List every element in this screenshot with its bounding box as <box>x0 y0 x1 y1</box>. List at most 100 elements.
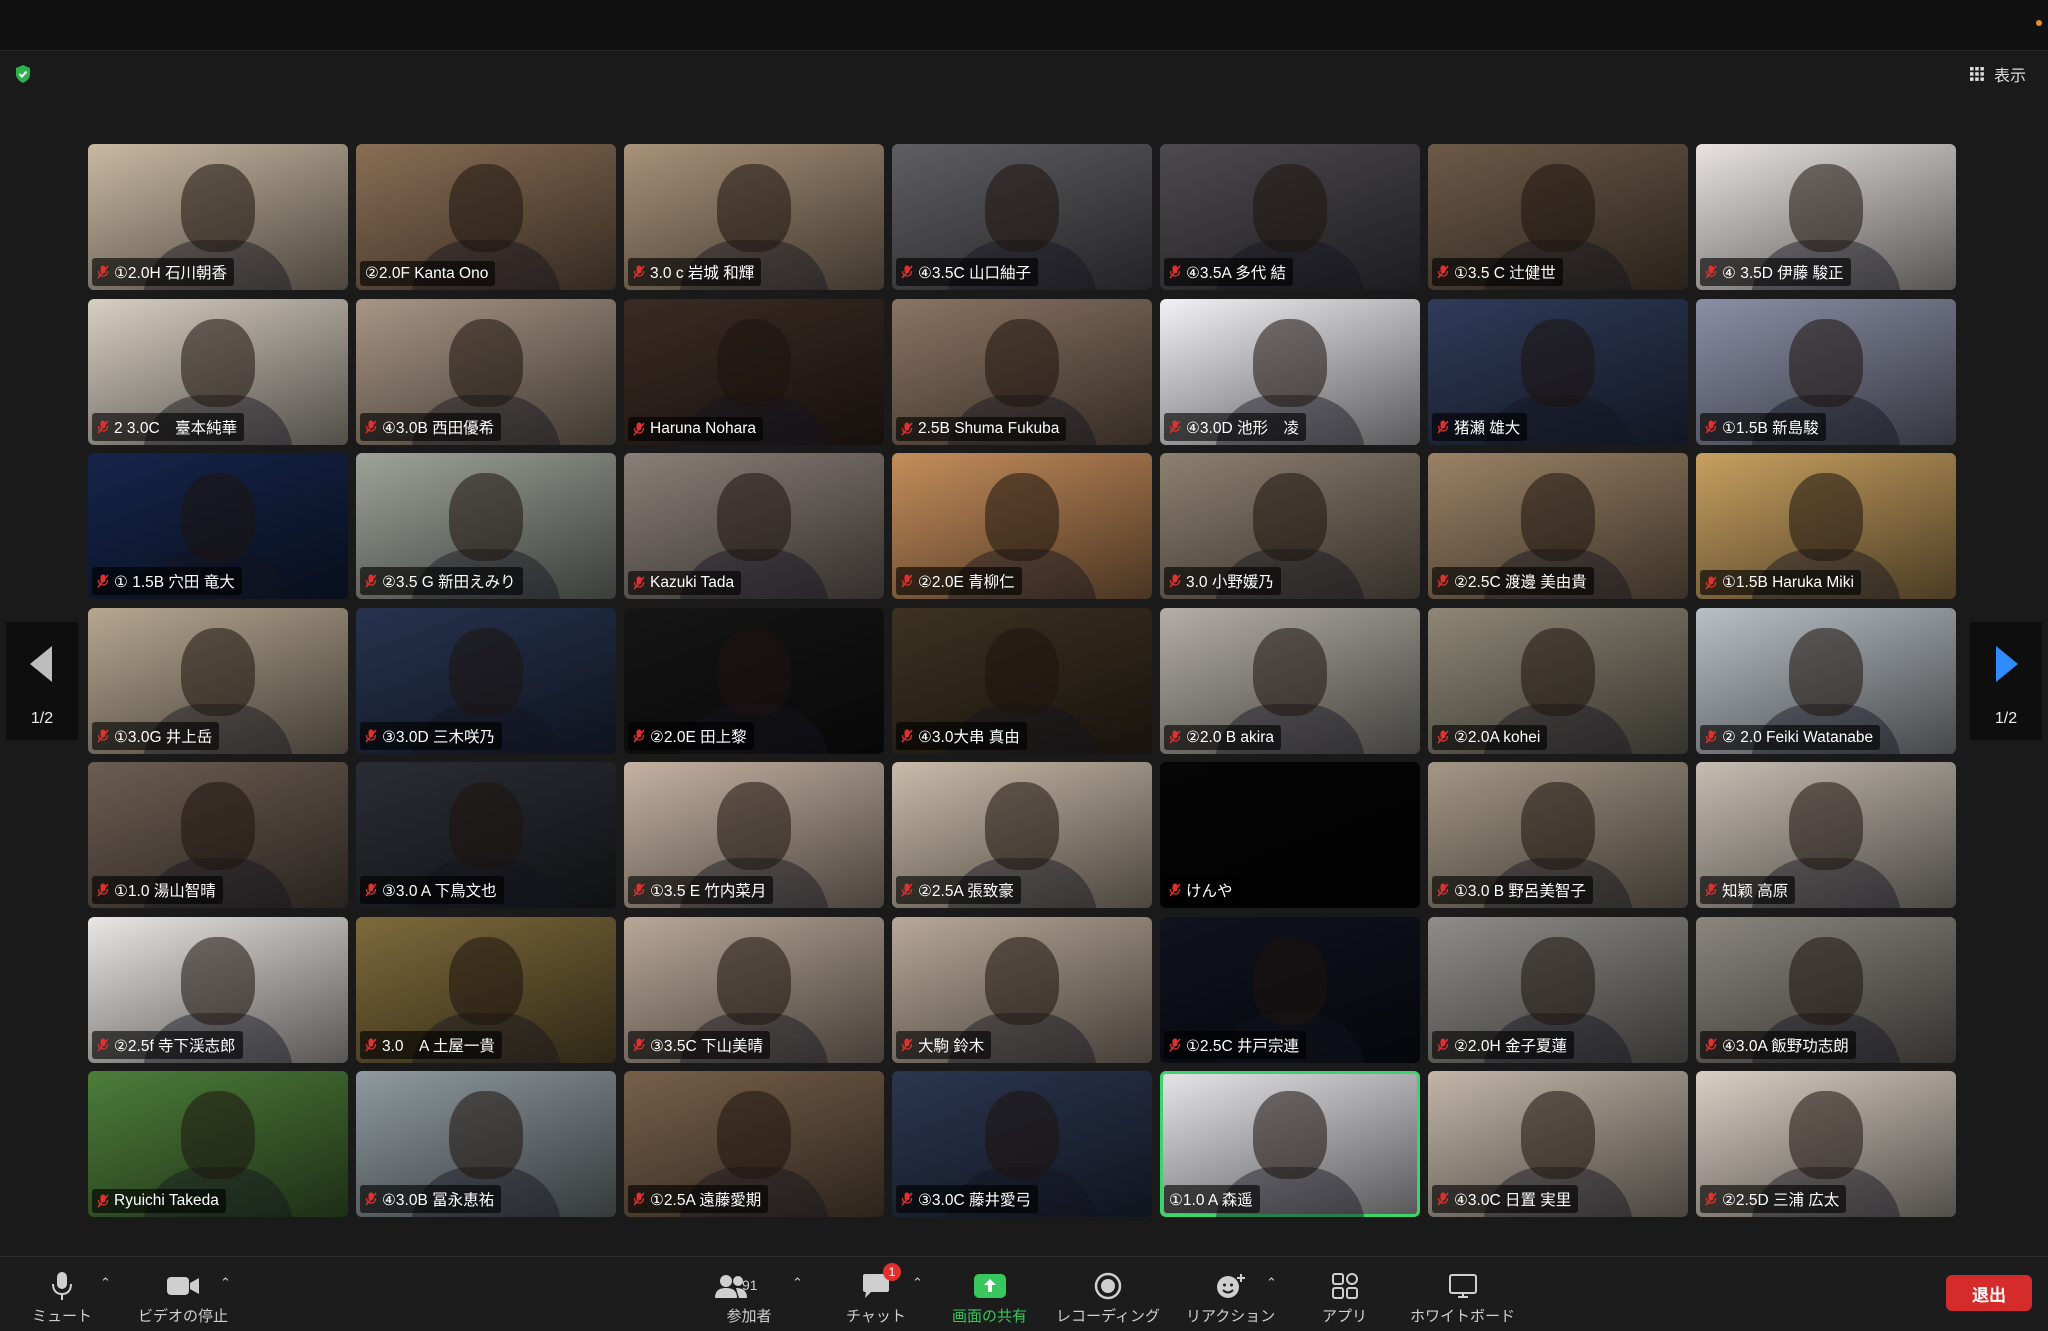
participant-tile[interactable]: ①2.0H 石川朝香 <box>88 144 348 290</box>
leave-meeting-button[interactable]: 退出 <box>1946 1275 2032 1311</box>
participant-name-bar: 3.0 A 土屋一貴 <box>360 1030 502 1059</box>
participant-tile[interactable]: ①3.0 B 野呂美智子 <box>1428 762 1688 908</box>
reactions-button[interactable]: リアクション <box>1186 1271 1275 1326</box>
participant-name: Kazuki Tada <box>650 574 735 591</box>
participant-name: ③3.0C 藤井愛弓 <box>918 1192 1031 1209</box>
participant-tile[interactable]: ①1.0 湯山智晴 <box>88 762 348 908</box>
participant-name-bar: ①2.5A 遠藤愛期 <box>628 1185 769 1213</box>
participant-tile[interactable]: Ryuichi Takeda <box>88 1071 348 1217</box>
participants-options-caret-icon[interactable]: ⌃ <box>792 1275 803 1291</box>
participant-tile[interactable]: ③3.5C 下山美晴 <box>624 916 884 1063</box>
chat-options-caret-icon[interactable]: ⌃ <box>912 1275 923 1291</box>
participant-name-bar: ②2.0E 青柳仁 <box>896 567 1022 595</box>
muted-microphone-icon <box>1437 883 1449 897</box>
participant-tile[interactable]: ②2.5C 渡邊 美由貴 <box>1428 453 1688 599</box>
participant-tile[interactable]: 3.0 c 岩城 和輝 <box>624 144 884 290</box>
video-options-caret-icon[interactable]: ⌃ <box>220 1275 231 1291</box>
participant-name-bar: ①3.0 B 野呂美智子 <box>1432 876 1593 904</box>
participant-name: ① 1.5B 穴田 竜大 <box>114 574 235 591</box>
participant-tile[interactable]: ④3.5A 多代 結 <box>1160 144 1420 290</box>
next-page-button[interactable]: 1/2 <box>1970 622 2042 740</box>
record-button[interactable]: レコーディング <box>1056 1271 1160 1326</box>
participant-tile[interactable]: ②2.0E 田上黎 <box>624 607 884 754</box>
participant-tile[interactable]: ④3.0D 池形 凌 <box>1160 298 1420 445</box>
participant-name: ①1.5B 新島駿 <box>1722 419 1819 437</box>
arrow-right-icon <box>1996 646 2018 682</box>
participants-count: 91 <box>742 1277 758 1293</box>
muted-microphone-icon <box>633 1038 645 1051</box>
participant-tile[interactable]: ①3.5 C 辻健世 <box>1428 144 1688 290</box>
participant-name-bar: 大駒 鈴木 <box>896 1030 992 1059</box>
participant-name-bar: ①1.0 湯山智晴 <box>92 876 223 904</box>
participant-tile[interactable]: 2 3.0C 臺本純華 <box>88 298 348 445</box>
participant-tile[interactable]: 3.0 A 土屋一貴 <box>356 916 616 1063</box>
participant-tile[interactable]: ②3.5 G 新田えみり <box>356 453 616 599</box>
participant-tile[interactable]: 大駒 鈴木 <box>892 916 1152 1063</box>
participant-tile[interactable]: ③3.0D 三木咲乃 <box>356 607 616 754</box>
participant-video-silhouette <box>717 936 791 1025</box>
participant-tile[interactable]: ②2.0F Kanta Ono <box>356 144 616 290</box>
participant-video-silhouette <box>1789 473 1863 562</box>
participant-tile[interactable]: Haruna Nohara <box>624 298 884 445</box>
participant-name-bar: ④3.0大串 真由 <box>896 721 1027 750</box>
whiteboard-button[interactable]: ホワイトボード <box>1410 1271 1515 1326</box>
participant-video-silhouette <box>1789 782 1863 871</box>
participants-button[interactable]: 91 参加者 <box>714 1271 784 1326</box>
participant-tile[interactable]: ②2.0 B akira <box>1160 607 1420 754</box>
participant-tile[interactable]: ③3.0C 藤井愛弓 <box>892 1071 1152 1217</box>
mute-button[interactable]: ミュート <box>32 1271 92 1326</box>
participant-tile[interactable]: ②2.5f 寺下渓志郎 <box>88 916 348 1063</box>
participant-tile[interactable]: ①1.0 A 森遥 <box>1160 1071 1420 1217</box>
muted-microphone-icon <box>97 729 109 742</box>
record-label: レコーディング <box>1056 1308 1160 1325</box>
view-button[interactable]: 表示 <box>1969 62 2026 86</box>
participant-video-silhouette <box>181 164 255 253</box>
participant-name: ④3.0D 池形 凌 <box>1186 419 1299 437</box>
participant-tile[interactable]: ①3.5 E 竹内菜月 <box>624 762 884 908</box>
participant-tile[interactable]: ②2.5A 張致豪 <box>892 762 1152 908</box>
participant-name: ③3.0D 三木咲乃 <box>382 728 495 746</box>
stop-video-button[interactable]: ビデオの停止 <box>138 1271 228 1326</box>
participant-tile[interactable]: ①1.5B Haruka Miki <box>1696 453 1956 599</box>
chat-button[interactable]: 1 チャット <box>846 1263 906 1326</box>
participant-tile[interactable]: ④3.5C 山口紬子 <box>892 144 1152 290</box>
audio-options-caret-icon[interactable]: ⌃ <box>100 1275 111 1291</box>
reactions-options-caret-icon[interactable]: ⌃ <box>1266 1275 1277 1291</box>
participant-tile[interactable]: ②2.5D 三浦 広太 <box>1696 1071 1956 1217</box>
participant-tile[interactable]: ④3.0B 冨永恵祐 <box>356 1071 616 1217</box>
participant-name: ② 2.0 Feiki Watanabe <box>1722 728 1874 746</box>
participant-tile[interactable]: ④3.0C 日置 実里 <box>1428 1071 1688 1217</box>
participant-tile[interactable]: ① 1.5B 穴田 竜大 <box>88 453 348 599</box>
participant-name-bar: ①1.5B Haruka Miki <box>1700 570 1861 595</box>
participant-tile[interactable]: 2.5B Shuma Fukuba <box>892 298 1152 445</box>
participant-name-bar: ④3.5A 多代 結 <box>1164 258 1294 286</box>
share-screen-button[interactable]: 画面の共有 <box>952 1271 1027 1326</box>
participant-tile[interactable]: けんや <box>1160 762 1420 908</box>
participant-tile[interactable]: ①2.5C 井戸宗連 <box>1160 916 1420 1063</box>
participant-tile[interactable]: ③3.0 A 下鳥文也 <box>356 762 616 908</box>
muted-microphone-icon <box>1437 265 1449 279</box>
participant-tile[interactable]: ①2.5A 遠藤愛期 <box>624 1071 884 1217</box>
participant-tile[interactable]: ①3.0G 井上岳 <box>88 607 348 754</box>
participant-tile[interactable]: ②2.0A kohei <box>1428 607 1688 754</box>
participant-tile[interactable]: 猪瀬 雄大 <box>1428 298 1688 445</box>
participant-tile[interactable]: 3.0 小野媛乃 <box>1160 453 1420 599</box>
participant-tile[interactable]: ④ 3.5D 伊藤 駿正 <box>1696 144 1956 290</box>
participant-tile[interactable]: ②2.0H 金子夏蓮 <box>1428 916 1688 1063</box>
participant-name: ②2.0E 田上黎 <box>650 728 747 746</box>
participant-tile[interactable]: 知颖 高原 <box>1696 762 1956 908</box>
participant-tile[interactable]: Kazuki Tada <box>624 453 884 599</box>
share-screen-label: 画面の共有 <box>952 1308 1028 1325</box>
previous-page-button[interactable]: 1/2 <box>6 622 78 740</box>
participant-tile[interactable]: ④3.0A 飯野功志朗 <box>1696 916 1956 1063</box>
participant-tile[interactable]: ② 2.0 Feiki Watanabe <box>1696 607 1956 754</box>
participant-name-bar: 2 3.0C 臺本純華 <box>92 412 245 441</box>
participant-name: ②2.0E 青柳仁 <box>918 574 1015 591</box>
participant-tile[interactable]: ④3.0大串 真由 <box>892 607 1152 754</box>
apps-button[interactable]: アプリ <box>1322 1271 1367 1326</box>
participant-video-silhouette <box>449 936 523 1025</box>
participant-tile[interactable]: ④3.0B 西田優希 <box>356 298 616 445</box>
participant-tile[interactable]: ②2.0E 青柳仁 <box>892 453 1152 599</box>
encryption-shield-icon[interactable] <box>14 64 32 84</box>
participant-tile[interactable]: ①1.5B 新島駿 <box>1696 298 1956 445</box>
